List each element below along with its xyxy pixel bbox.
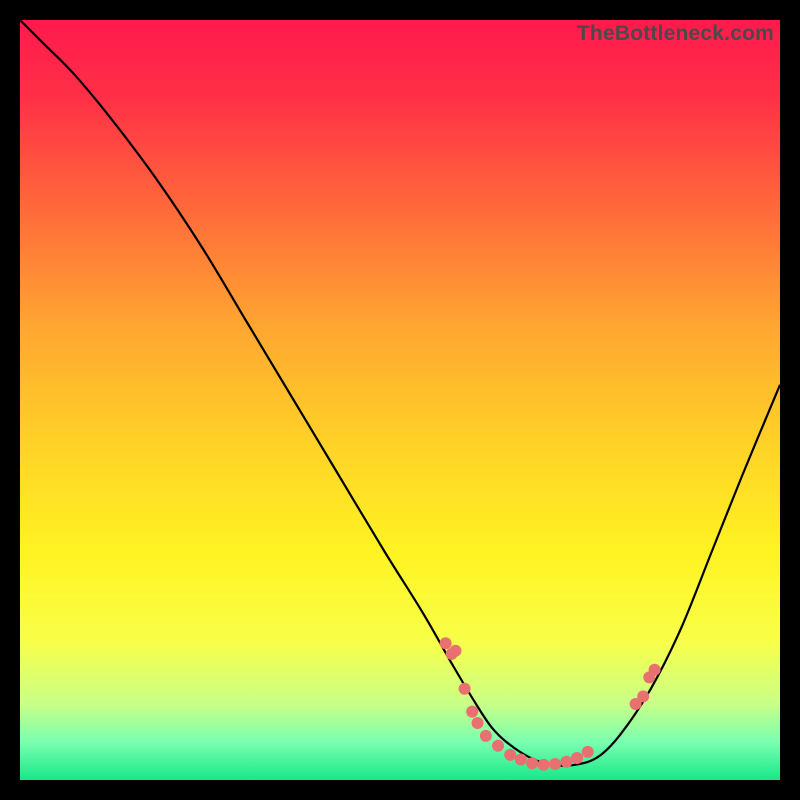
scatter-dot (449, 645, 461, 657)
watermark-label: TheBottleneck.com (577, 22, 774, 46)
scatter-dot (571, 752, 583, 764)
scatter-dot (538, 759, 550, 771)
scatter-dot (504, 749, 516, 761)
gradient-background (20, 20, 780, 780)
scatter-dot (515, 753, 527, 765)
scatter-dot (472, 717, 484, 729)
scatter-dot (459, 683, 471, 695)
scatter-dot (560, 756, 572, 768)
scatter-dot (526, 757, 538, 769)
chart-frame: TheBottleneck.com (20, 20, 780, 780)
scatter-dot (480, 730, 492, 742)
scatter-dot (549, 758, 561, 770)
scatter-dot (637, 690, 649, 702)
chart-canvas (20, 20, 780, 780)
scatter-dot (582, 746, 594, 758)
scatter-dot (466, 706, 478, 718)
scatter-dot (440, 637, 452, 649)
scatter-dot (492, 740, 504, 752)
scatter-dot (649, 664, 661, 676)
